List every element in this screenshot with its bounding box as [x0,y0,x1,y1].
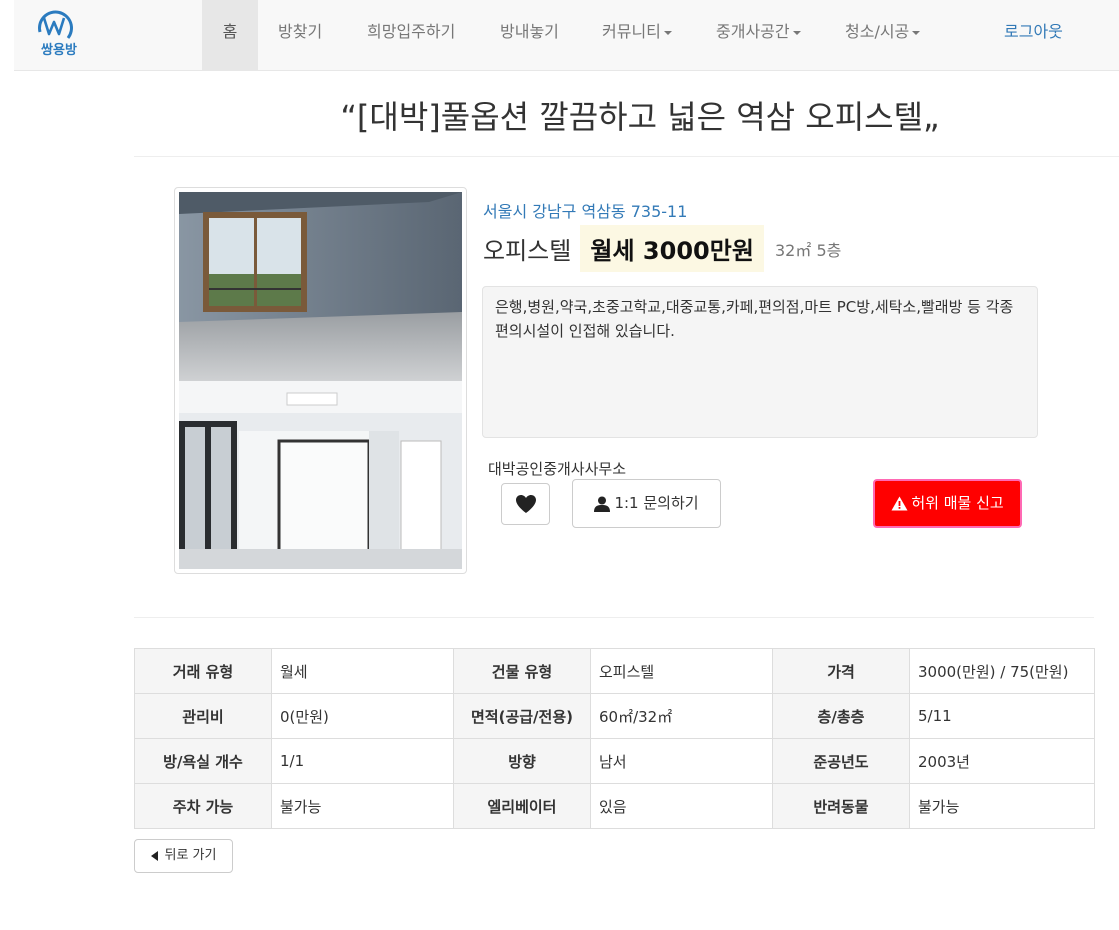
detail-label: 거래 유형 [134,648,272,694]
price-label: 월세 3000만원 [580,225,764,272]
heart-icon [516,495,536,513]
logo-text: 쌍용방 [41,42,77,58]
building-type: 오피스텔 [483,237,572,265]
agency-name: 대박공인중개사사무소 [488,460,627,478]
nav-find-room-label: 방찾기 [278,22,323,41]
detail-label: 면적(공급/전용) [453,693,591,739]
caret-down-icon [663,30,672,35]
size-floor: 32㎡ 5층 [775,240,842,260]
logout-link[interactable]: 로그아웃 [1004,0,1063,70]
detail-label: 주차 가능 [134,783,272,829]
caret-down-icon [912,30,921,35]
detail-value: 남서 [590,738,773,784]
detail-value: 오피스텔 [590,648,773,694]
detail-value: 1/1 [271,738,454,784]
detail-label: 반려동물 [772,783,910,829]
logo[interactable]: 쌍용방 [28,4,88,62]
inquiry-button[interactable]: 1:1 문의하기 [572,479,721,528]
page-title: “[대박]풀옵션 깔끔하고 넓은 역삼 오피스텔„ [340,98,940,136]
report-fake-listing-button[interactable]: 허위 매물 신고 [873,479,1022,528]
back-label: 뒤로 가기 [164,848,217,863]
detail-value: 불가능 [271,783,454,829]
detail-value: 0(만원) [271,693,454,739]
detail-value: 있음 [590,783,773,829]
nav-list-room-label: 방내놓기 [500,22,559,41]
nav-cleaning-label: 청소/시공 [845,22,910,41]
divider [134,617,1094,618]
nav-agent-space[interactable]: 중개사공간 [716,0,801,70]
inquiry-label: 1:1 문의하기 [614,494,699,512]
table-row: 거래 유형 월세 건물 유형 오피스텔 가격 3000(만원) / 75(만원) [134,648,1095,694]
favorite-button[interactable] [501,483,550,525]
listing-address: 서울시 강남구 역삼동 735-11 [483,202,688,221]
listing-details-table: 거래 유형 월세 건물 유형 오피스텔 가격 3000(만원) / 75(만원)… [134,648,1095,829]
detail-label: 관리비 [134,693,272,739]
listing-summary: 오피스텔 월세 3000만원 32㎡ 5층 [483,225,841,275]
nav-agent-space-label: 중개사공간 [716,22,790,41]
logout-label: 로그아웃 [1004,22,1063,41]
room-photo-2 [179,381,462,569]
detail-label: 방/욕실 개수 [134,738,272,784]
detail-label: 층/총층 [772,693,910,739]
warning-icon [891,496,908,511]
detail-value: 60㎡/32㎡ [590,693,773,739]
nav-home-label: 홈 [222,22,238,41]
detail-value: 5/11 [909,693,1095,739]
nav-cleaning[interactable]: 청소/시공 [845,0,921,70]
divider [134,156,1119,157]
table-row: 관리비 0(만원) 면적(공급/전용) 60㎡/32㎡ 층/총층 5/11 [134,693,1095,739]
detail-value: 3000(만원) / 75(만원) [909,648,1095,694]
detail-value: 불가능 [909,783,1095,829]
detail-value: 월세 [271,648,454,694]
listing-description: 은행,병원,약국,초중고학교,대중교통,카페,편의점,마트 PC방,세탁소,빨래… [482,286,1038,438]
nav-wish-move-in[interactable]: 희망입주하기 [367,0,455,70]
user-icon [594,496,611,512]
back-button[interactable]: 뒤로 가기 [134,839,233,873]
report-label: 허위 매물 신고 [911,494,1004,512]
nav-find-room[interactable]: 방찾기 [278,0,322,70]
house-logo-icon: 쌍용방 [38,10,77,58]
table-row: 방/욕실 개수 1/1 방향 남서 준공년도 2003년 [134,738,1095,784]
detail-value: 2003년 [909,738,1095,784]
nav-community[interactable]: 커뮤니티 [602,0,672,70]
nav-community-label: 커뮤니티 [602,22,661,41]
table-row: 주차 가능 불가능 엘리베이터 있음 반려동물 불가능 [134,783,1095,829]
detail-label: 건물 유형 [453,648,591,694]
room-photo-thumbnail[interactable] [174,187,467,574]
detail-label: 준공년도 [772,738,910,784]
navbar: 쌍용방 홈 방찾기 희망입주하기 방내놓기 커뮤니티 중개사공간 청소/시공 로… [14,0,1119,71]
detail-label: 가격 [772,648,910,694]
room-photo-1 [179,192,462,381]
caret-down-icon [792,30,801,35]
nav-list-room[interactable]: 방내놓기 [500,0,559,70]
nav-home[interactable]: 홈 [202,0,258,70]
detail-label: 엘리베이터 [453,783,591,829]
nav-wish-move-in-label: 희망입주하기 [367,22,456,41]
triangle-left-icon [150,850,158,861]
detail-label: 방향 [453,738,591,784]
